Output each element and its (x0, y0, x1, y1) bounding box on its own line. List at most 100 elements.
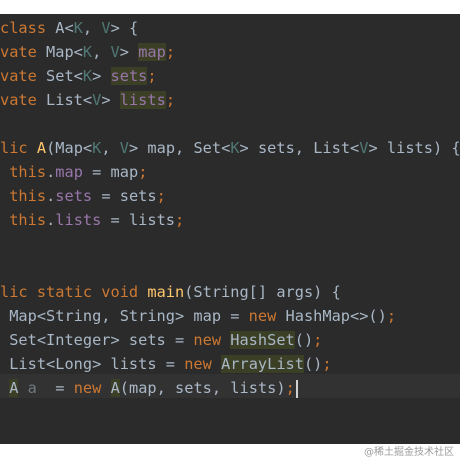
code-token: ; (147, 67, 157, 85)
code-token: lists (119, 91, 166, 109)
code-token: K (82, 43, 93, 61)
code-token: HashMap<>() (276, 307, 387, 325)
code-token: = sets (92, 187, 157, 205)
code-token: = (36, 379, 74, 397)
code-token: (map, sets, lists) (119, 379, 286, 397)
code-line[interactable]: this.map = map; (0, 161, 147, 183)
code-token: map (138, 43, 166, 61)
code-token: Set<Integer> sets = (0, 331, 194, 349)
code-token: lic (0, 139, 28, 157)
code-token: ; (313, 331, 323, 349)
code-token: () (294, 331, 314, 349)
code-line[interactable]: class A<K, V> { (0, 17, 138, 39)
code-token: a (27, 379, 37, 397)
code-token: this (9, 163, 47, 181)
code-token: ; (285, 379, 295, 397)
code-token: > { (110, 19, 139, 37)
code-token: > lists) { (368, 139, 460, 157)
code-line[interactable]: Map<String, String> map = new HashMap<>(… (0, 305, 396, 327)
code-token: . (46, 163, 56, 181)
code-token: lic static void (0, 283, 139, 301)
code-token: (String[] args) { (184, 283, 341, 301)
code-token: = map (82, 163, 139, 181)
code-token: ; (322, 355, 332, 373)
code-line[interactable]: this.lists = lists; (0, 209, 184, 231)
code-token: = lists (101, 211, 176, 229)
code-token: sets (110, 67, 148, 85)
code-token: > (101, 91, 120, 109)
code-line[interactable]: lic A(Map<K, V> map, Set<K> sets, List<V… (0, 137, 460, 159)
code-token: this (9, 187, 47, 205)
code-token: ; (156, 187, 166, 205)
code-token: , (92, 43, 111, 61)
code-token: ; (165, 91, 176, 109)
code-token: > sets, List< (239, 139, 360, 157)
code-token: ; (138, 163, 148, 181)
code-token: , (82, 19, 102, 37)
code-line[interactable]: vate Map<K, V> map; (0, 41, 175, 63)
code-line[interactable]: List<Long> lists = new ArrayList(); (0, 353, 332, 375)
code-token: . (46, 211, 56, 229)
code-token: (Map< (46, 139, 93, 157)
code-token: () (303, 355, 323, 373)
code-token: V (92, 91, 102, 109)
code-token: K (230, 139, 240, 157)
code-token: HashSet (230, 331, 295, 349)
code-token: this (9, 211, 47, 229)
code-token: > (119, 43, 139, 61)
code-token: sets (55, 187, 93, 205)
code-token: K (73, 19, 83, 37)
code-line[interactable]: lic static void main(String[] args) { (0, 281, 341, 303)
code-token: A (36, 139, 47, 157)
code-token: . (46, 187, 56, 205)
code-token: , (101, 139, 120, 157)
code-token: ; (386, 307, 397, 325)
code-token: > map, Set< (129, 139, 231, 157)
code-token: ArrayList (221, 355, 304, 373)
code-token: class (0, 19, 47, 37)
code-token: new (184, 355, 212, 373)
code-token: A< (46, 19, 74, 37)
code-token: List<Long> lists = (0, 355, 185, 373)
code-editor[interactable]: class A<K, V> {vate Map<K, V> map; vate S… (0, 14, 460, 444)
code-token: Map< (36, 43, 83, 61)
code-token: main (147, 283, 185, 301)
code-token: new (73, 379, 102, 397)
code-token: vate (0, 91, 37, 109)
code-token: V (101, 19, 111, 37)
text-caret (295, 379, 298, 398)
code-line[interactable]: Set<Integer> sets = new HashSet(); (0, 329, 322, 351)
code-line[interactable]: this.sets = sets; (0, 185, 166, 207)
code-line[interactable]: vate List<V> lists; (0, 89, 175, 111)
code-token: vate (0, 67, 37, 85)
watermark: @稀土掘金技术社区 (364, 447, 454, 458)
code-line[interactable]: A a = new A(map, sets, lists); (0, 377, 298, 399)
code-line[interactable]: vate Set<K> sets; (0, 65, 157, 87)
code-token: Set< (36, 67, 83, 85)
code-token: K (92, 139, 102, 157)
code-token: V (110, 43, 120, 61)
code-token: map (55, 163, 83, 181)
code-token: new (248, 307, 277, 325)
code-token: K (82, 67, 93, 85)
code-token: new (193, 331, 222, 349)
code-token: > (92, 67, 111, 85)
code-token: Map<String, String> map = (0, 307, 249, 325)
code-token: ; (175, 211, 185, 229)
code-token: ; (165, 43, 176, 61)
code-token: V (119, 139, 129, 157)
code-token: List< (36, 91, 93, 109)
code-token: vate (0, 43, 37, 61)
code-token: lists (55, 211, 102, 229)
code-token: A (110, 379, 120, 397)
